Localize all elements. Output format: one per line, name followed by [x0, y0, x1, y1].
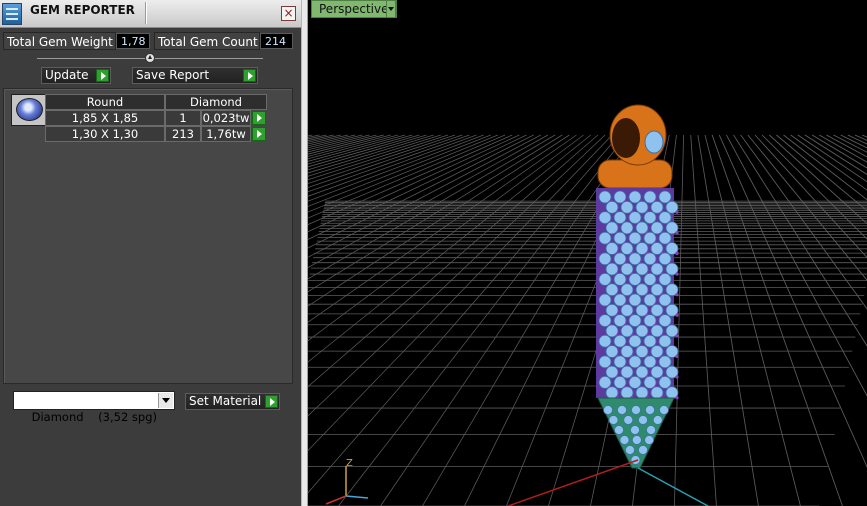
material-selected-value: Diamond (3,52 spg) — [31, 410, 157, 424]
ground-grid — [308, 134, 867, 506]
gem-list: Round Diamond 1,85 X 1,85 1 0,023tw 1,30… — [3, 88, 293, 384]
total-gem-weight-value: 1,78 — [116, 33, 150, 49]
column-header-shape: Round — [45, 94, 165, 110]
round-diamond-icon[interactable] — [11, 94, 47, 126]
material-dropdown[interactable]: Diamond (3,52 spg) — [13, 391, 175, 424]
update-button[interactable]: Update — [41, 67, 111, 84]
title-bar-grip[interactable] — [145, 2, 277, 24]
gem-weight: 1,76tw — [201, 126, 251, 142]
save-report-button[interactable]: Save Report — [132, 67, 258, 84]
select-row-arrow-icon[interactable] — [252, 111, 266, 125]
gem-count: 213 — [165, 126, 201, 142]
gem-count: 1 — [165, 110, 201, 126]
panel-splitter[interactable] — [301, 0, 308, 506]
total-gem-count-value: 214 — [260, 33, 293, 49]
chevron-down-icon[interactable] — [158, 393, 173, 408]
gem-size: 1,85 X 1,85 — [45, 110, 165, 126]
gem-weight: 0,023tw — [201, 110, 251, 126]
viewport-scene: Z — [308, 104, 867, 506]
play-arrow-icon — [96, 69, 109, 82]
title-bar[interactable]: GEM REPORTER × — [0, 0, 301, 28]
play-arrow-icon — [243, 69, 256, 82]
play-arrow-icon — [265, 395, 278, 408]
gem-reporter-icon — [2, 3, 22, 25]
update-button-label: Update — [45, 68, 89, 82]
close-icon[interactable]: × — [281, 6, 296, 21]
perspective-viewport[interactable]: Z Perspective — [308, 0, 867, 506]
view-menu-dropdown-icon[interactable] — [386, 0, 396, 18]
window-title: GEM REPORTER — [30, 3, 135, 17]
set-material-button-label: Set Material — [189, 394, 262, 408]
total-gem-count-label: Total Gem Count — [154, 32, 260, 50]
gem-reporter-panel: GEM REPORTER × Total Gem Weight 1,78 Tot… — [0, 0, 301, 506]
total-gem-weight-label: Total Gem Weight — [3, 32, 116, 50]
gem-size: 1,30 X 1,30 — [45, 126, 165, 142]
collapse-toggle-icon[interactable] — [145, 53, 155, 63]
set-material-button[interactable]: Set Material — [185, 393, 280, 410]
pendant-model — [596, 104, 679, 469]
axis-z-label: Z — [346, 458, 353, 469]
save-report-button-label: Save Report — [136, 68, 210, 82]
select-row-arrow-icon[interactable] — [252, 127, 266, 141]
view-name-label[interactable]: Perspective — [311, 0, 397, 18]
column-header-material: Diamond — [165, 94, 267, 110]
